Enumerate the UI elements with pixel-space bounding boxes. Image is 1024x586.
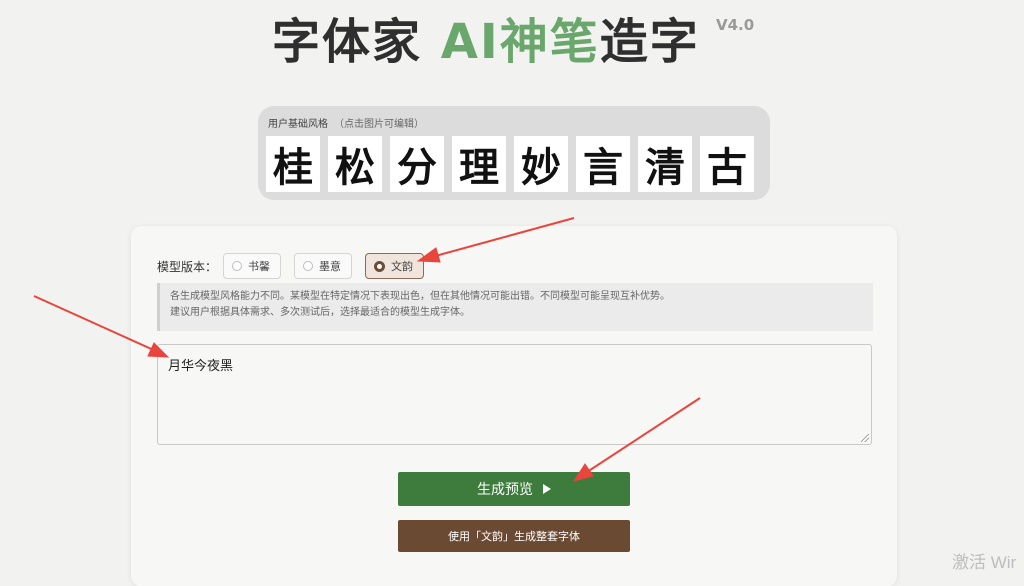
generate-full-font-button[interactable]: 使用「文韵」生成整套字体 <box>398 520 630 552</box>
glyph-tile[interactable]: 古 <box>700 136 754 192</box>
model-option-moyi[interactable]: 墨意 <box>294 253 353 279</box>
resize-handle-icon[interactable] <box>861 434 869 442</box>
generate-preview-label: 生成预览 <box>477 482 533 498</box>
generator-card: 模型版本： 书馨 墨意 文韵 各生成模型风格能力不同。某模型在特定情况下表现出色… <box>131 226 897 586</box>
title-part-suffix: 造字 <box>599 14 700 70</box>
glyph-tile[interactable]: 理 <box>452 136 506 192</box>
model-selector: 模型版本： 书馨 墨意 文韵 <box>157 253 437 279</box>
play-icon <box>543 484 551 494</box>
radio-circle-icon <box>232 261 243 271</box>
model-option-label: 书馨 <box>248 260 271 273</box>
generate-preview-button[interactable]: 生成预览 <box>398 472 630 506</box>
model-option-shuxin[interactable]: 书馨 <box>223 253 282 279</box>
notice-line: 建议用户根据具体需求、多次测试后，选择最适合的模型生成字体。 <box>170 307 470 318</box>
radio-circle-icon <box>303 261 314 271</box>
base-style-panel: 用户基础风格 （点击图片可编辑） 桂 松 分 理 妙 言 清 古 <box>258 106 770 200</box>
header: 字体家 AI神笔造字 V4.0 <box>0 6 1024 76</box>
glyph-tile[interactable]: 言 <box>576 136 630 192</box>
app-title: 字体家 AI神笔造字 <box>272 12 700 72</box>
text-input[interactable]: 月华今夜黑 <box>157 344 872 445</box>
model-notice: 各生成模型风格能力不同。某模型在特定情况下表现出色，但在其他情况可能出错。不同模… <box>157 283 873 331</box>
radio-selected-icon <box>374 260 386 272</box>
glyph-tile[interactable]: 清 <box>638 136 692 192</box>
base-style-header: 用户基础风格 （点击图片可编辑） <box>268 115 424 130</box>
base-style-label: 用户基础风格 <box>268 119 328 130</box>
version-badge: V4.0 <box>716 16 755 34</box>
title-part-ai: AI神笔 <box>440 14 600 70</box>
glyph-tile[interactable]: 松 <box>328 136 382 192</box>
model-label: 模型版本： <box>157 259 218 274</box>
notice-line: 各生成模型风格能力不同。某模型在特定情况下表现出色，但在其他情况可能出错。不同模… <box>170 291 670 302</box>
glyph-row: 桂 松 分 理 妙 言 清 古 <box>266 136 754 192</box>
glyph-tile[interactable]: 妙 <box>514 136 568 192</box>
base-style-hint: （点击图片可编辑） <box>334 119 424 130</box>
activation-watermark: 激活 Wir <box>952 553 1017 572</box>
title-part-brand: 字体家 <box>272 14 441 70</box>
glyph-tile[interactable]: 分 <box>390 136 444 192</box>
model-option-label: 文韵 <box>391 260 414 273</box>
generate-full-font-label: 使用「文韵」生成整套字体 <box>448 530 580 543</box>
model-option-label: 墨意 <box>319 260 342 273</box>
glyph-tile[interactable]: 桂 <box>266 136 320 192</box>
text-input-value: 月华今夜黑 <box>168 359 234 374</box>
model-option-wenyun[interactable]: 文韵 <box>365 253 425 279</box>
